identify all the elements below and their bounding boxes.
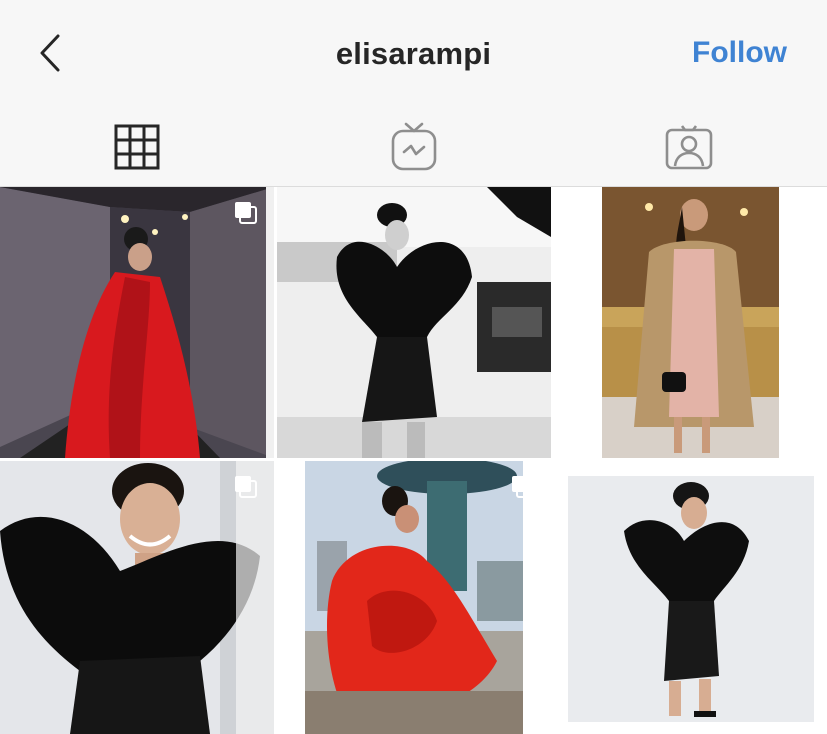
post-image (277, 187, 551, 458)
multiple-photos-icon (235, 202, 257, 224)
follow-button[interactable]: Follow (692, 36, 787, 70)
multiple-photos-icon (235, 476, 257, 498)
post-thumbnail[interactable] (0, 187, 274, 458)
post-thumbnail[interactable] (277, 187, 551, 458)
tagged-person-icon (665, 125, 713, 170)
igtv-icon (391, 122, 437, 171)
post-thumbnail[interactable] (277, 461, 551, 734)
tab-tagged[interactable] (659, 120, 719, 174)
post-image (554, 461, 827, 734)
profile-tabs (0, 108, 827, 187)
tab-igtv[interactable] (384, 120, 444, 174)
multiple-photos-icon (788, 202, 810, 224)
post-thumbnail[interactable] (0, 461, 274, 734)
tab-grid[interactable] (107, 120, 167, 174)
post-image (0, 187, 274, 458)
grid-icon (114, 124, 160, 170)
post-image (277, 461, 551, 734)
profile-header: elisarampi Follow (0, 0, 827, 108)
post-thumbnail[interactable] (554, 187, 827, 458)
post-image (0, 461, 274, 734)
multiple-photos-icon (512, 476, 534, 498)
post-thumbnail[interactable] (554, 461, 827, 734)
post-image (554, 187, 827, 458)
posts-grid (0, 187, 827, 734)
